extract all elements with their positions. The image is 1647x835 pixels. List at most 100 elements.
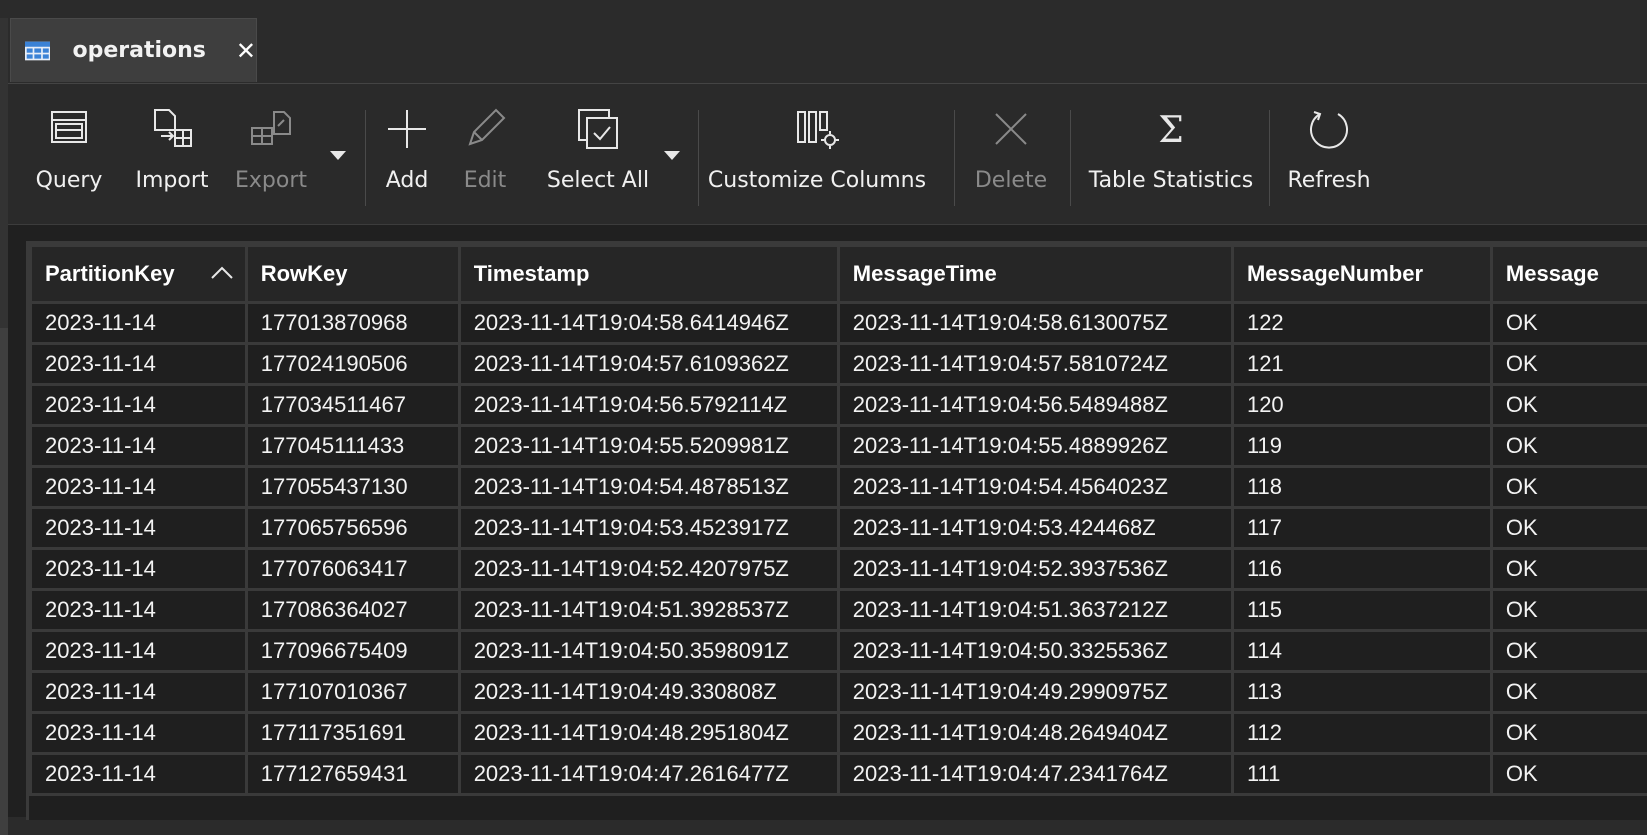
edit-button[interactable]: Edit [460, 106, 510, 206]
cell-rowkey[interactable]: 177055437130 [246, 467, 459, 508]
cell-rowkey[interactable]: 177024190506 [246, 344, 459, 385]
cell-message[interactable]: OK [1491, 467, 1647, 508]
cell-timestamp[interactable]: 2023-11-14T19:04:48.2951804Z [459, 713, 838, 754]
column-header-messagenumber[interactable]: MessageNumber [1232, 246, 1491, 303]
cell-partitionkey[interactable]: 2023-11-14 [31, 549, 247, 590]
cell-timestamp[interactable]: 2023-11-14T19:04:47.2616477Z [459, 754, 838, 795]
import-button[interactable]: Import [132, 106, 212, 206]
cell-messagetime[interactable]: 2023-11-14T19:04:51.3637212Z [838, 590, 1232, 631]
cell-messagenumber[interactable]: 111 [1232, 754, 1491, 795]
cell-partitionkey[interactable]: 2023-11-14 [31, 713, 247, 754]
table-row[interactable]: 2023-11-141770966754092023-11-14T19:04:5… [31, 631, 1647, 672]
cell-message[interactable]: OK [1491, 508, 1647, 549]
cell-messagenumber[interactable]: 116 [1232, 549, 1491, 590]
cell-messagenumber[interactable]: 113 [1232, 672, 1491, 713]
cell-timestamp[interactable]: 2023-11-14T19:04:58.6414946Z [459, 303, 838, 344]
cell-message[interactable]: OK [1491, 672, 1647, 713]
scrollbar-thumb[interactable] [0, 328, 8, 835]
cell-timestamp[interactable]: 2023-11-14T19:04:50.3598091Z [459, 631, 838, 672]
export-dropdown-arrow[interactable] [330, 151, 346, 160]
column-header-message[interactable]: Message [1491, 246, 1647, 303]
cell-rowkey[interactable]: 177127659431 [246, 754, 459, 795]
cell-rowkey[interactable]: 177107010367 [246, 672, 459, 713]
cell-partitionkey[interactable]: 2023-11-14 [31, 303, 247, 344]
cell-messagetime[interactable]: 2023-11-14T19:04:58.6130075Z [838, 303, 1232, 344]
cell-partitionkey[interactable]: 2023-11-14 [31, 631, 247, 672]
table-row[interactable]: 2023-11-141770657565962023-11-14T19:04:5… [31, 508, 1647, 549]
cell-message[interactable]: OK [1491, 303, 1647, 344]
cell-timestamp[interactable]: 2023-11-14T19:04:51.3928537Z [459, 590, 838, 631]
cell-message[interactable]: OK [1491, 631, 1647, 672]
table-row[interactable]: 2023-11-141770863640272023-11-14T19:04:5… [31, 590, 1647, 631]
cell-timestamp[interactable]: 2023-11-14T19:04:57.6109362Z [459, 344, 838, 385]
cell-messagetime[interactable]: 2023-11-14T19:04:55.4889926Z [838, 426, 1232, 467]
query-button[interactable]: Query [36, 106, 102, 206]
cell-messagetime[interactable]: 2023-11-14T19:04:56.5489488Z [838, 385, 1232, 426]
cell-messagenumber[interactable]: 114 [1232, 631, 1491, 672]
column-header-rowkey[interactable]: RowKey [246, 246, 459, 303]
cell-timestamp[interactable]: 2023-11-14T19:04:54.4878513Z [459, 467, 838, 508]
cell-partitionkey[interactable]: 2023-11-14 [31, 754, 247, 795]
column-header-messagetime[interactable]: MessageTime [838, 246, 1232, 303]
cell-messagenumber[interactable]: 115 [1232, 590, 1491, 631]
cell-rowkey[interactable]: 177013870968 [246, 303, 459, 344]
cell-message[interactable]: OK [1491, 713, 1647, 754]
cell-messagetime[interactable]: 2023-11-14T19:04:53.424468Z [838, 508, 1232, 549]
cell-message[interactable]: OK [1491, 754, 1647, 795]
table-row[interactable]: 2023-11-141770138709682023-11-14T19:04:5… [31, 303, 1647, 344]
table-row[interactable]: 2023-11-141770241905062023-11-14T19:04:5… [31, 344, 1647, 385]
cell-messagetime[interactable]: 2023-11-14T19:04:47.2341764Z [838, 754, 1232, 795]
customize-columns-button[interactable]: Customize Columns [714, 106, 920, 206]
cell-rowkey[interactable]: 177065756596 [246, 508, 459, 549]
cell-partitionkey[interactable]: 2023-11-14 [31, 508, 247, 549]
delete-button[interactable]: Delete [971, 106, 1051, 206]
add-button[interactable]: Add [382, 106, 432, 206]
cell-messagenumber[interactable]: 121 [1232, 344, 1491, 385]
cell-messagenumber[interactable]: 120 [1232, 385, 1491, 426]
table-row[interactable]: 2023-11-141771276594312023-11-14T19:04:4… [31, 754, 1647, 795]
left-edge-scrollbar[interactable] [0, 18, 8, 817]
cell-rowkey[interactable]: 177076063417 [246, 549, 459, 590]
column-header-timestamp[interactable]: Timestamp [459, 246, 838, 303]
cell-messagenumber[interactable]: 112 [1232, 713, 1491, 754]
tab-operations[interactable]: operations ✕ [10, 18, 257, 82]
cell-messagenumber[interactable]: 122 [1232, 303, 1491, 344]
cell-partitionkey[interactable]: 2023-11-14 [31, 385, 247, 426]
cell-rowkey[interactable]: 177034511467 [246, 385, 459, 426]
cell-rowkey[interactable]: 177117351691 [246, 713, 459, 754]
cell-message[interactable]: OK [1491, 426, 1647, 467]
table-row[interactable]: 2023-11-141771173516912023-11-14T19:04:4… [31, 713, 1647, 754]
cell-message[interactable]: OK [1491, 344, 1647, 385]
cell-messagetime[interactable]: 2023-11-14T19:04:48.2649404Z [838, 713, 1232, 754]
cell-partitionkey[interactable]: 2023-11-14 [31, 590, 247, 631]
cell-partitionkey[interactable]: 2023-11-14 [31, 426, 247, 467]
cell-timestamp[interactable]: 2023-11-14T19:04:52.4207975Z [459, 549, 838, 590]
cell-messagetime[interactable]: 2023-11-14T19:04:57.5810724Z [838, 344, 1232, 385]
table-statistics-button[interactable]: Σ Table Statistics [1086, 106, 1256, 206]
cell-messagenumber[interactable]: 117 [1232, 508, 1491, 549]
table-row[interactable]: 2023-11-141770760634172023-11-14T19:04:5… [31, 549, 1647, 590]
cell-partitionkey[interactable]: 2023-11-14 [31, 344, 247, 385]
cell-messagenumber[interactable]: 118 [1232, 467, 1491, 508]
cell-messagetime[interactable]: 2023-11-14T19:04:54.4564023Z [838, 467, 1232, 508]
cell-messagetime[interactable]: 2023-11-14T19:04:49.2990975Z [838, 672, 1232, 713]
table-row[interactable]: 2023-11-141770554371302023-11-14T19:04:5… [31, 467, 1647, 508]
cell-messagenumber[interactable]: 119 [1232, 426, 1491, 467]
cell-messagetime[interactable]: 2023-11-14T19:04:50.3325536Z [838, 631, 1232, 672]
cell-timestamp[interactable]: 2023-11-14T19:04:55.5209981Z [459, 426, 838, 467]
export-button[interactable]: Export [236, 106, 306, 206]
table-row[interactable]: 2023-11-141770345114672023-11-14T19:04:5… [31, 385, 1647, 426]
cell-timestamp[interactable]: 2023-11-14T19:04:56.5792114Z [459, 385, 838, 426]
cell-message[interactable]: OK [1491, 385, 1647, 426]
cell-message[interactable]: OK [1491, 549, 1647, 590]
cell-timestamp[interactable]: 2023-11-14T19:04:53.4523917Z [459, 508, 838, 549]
table-row[interactable]: 2023-11-141770451114332023-11-14T19:04:5… [31, 426, 1647, 467]
cell-rowkey[interactable]: 177045111433 [246, 426, 459, 467]
cell-timestamp[interactable]: 2023-11-14T19:04:49.330808Z [459, 672, 838, 713]
cell-rowkey[interactable]: 177096675409 [246, 631, 459, 672]
cell-rowkey[interactable]: 177086364027 [246, 590, 459, 631]
column-header-partitionkey[interactable]: PartitionKey [31, 246, 247, 303]
select-all-button[interactable]: Select All [543, 106, 653, 206]
cell-partitionkey[interactable]: 2023-11-14 [31, 672, 247, 713]
cell-messagetime[interactable]: 2023-11-14T19:04:52.3937536Z [838, 549, 1232, 590]
